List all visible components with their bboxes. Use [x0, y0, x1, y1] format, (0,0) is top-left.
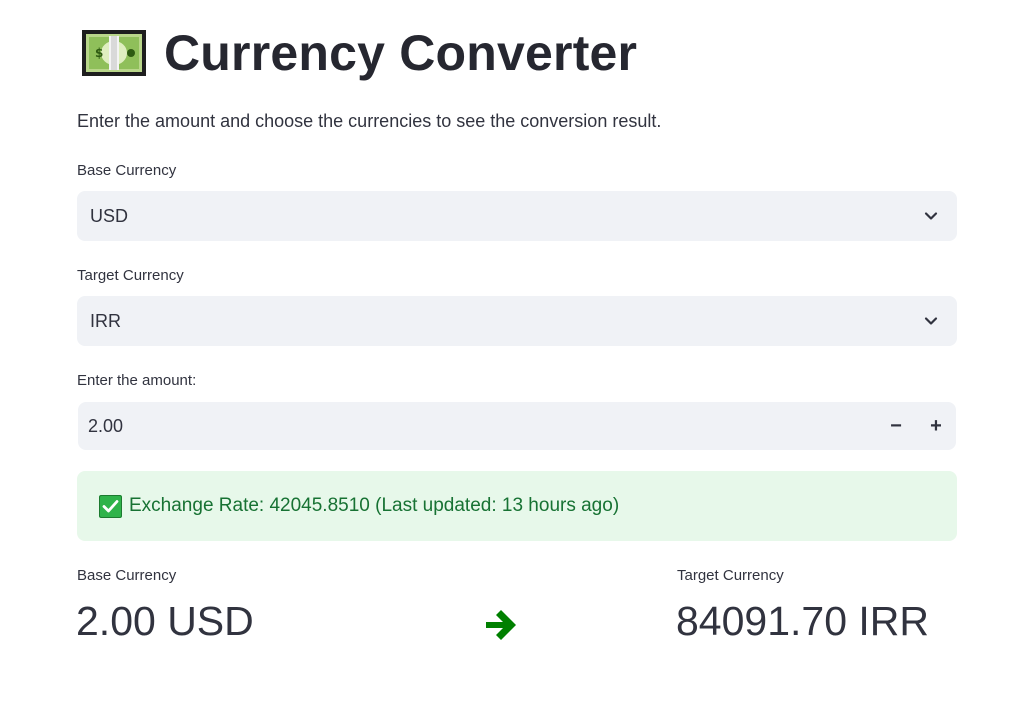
chevron-down-icon: [924, 212, 938, 220]
svg-text:$: $: [95, 46, 103, 60]
amount-input[interactable]: 2.00 − +: [78, 402, 956, 450]
target-currency-value: IRR: [90, 310, 121, 331]
decrement-button[interactable]: −: [880, 410, 912, 442]
target-metric-value: 84091.70 IRR: [676, 598, 930, 644]
amount-value[interactable]: 2.00: [88, 415, 123, 437]
intro-text: Enter the amount and choose the currenci…: [77, 111, 662, 131]
target-currency-label: Target Currency: [77, 267, 184, 284]
amount-label: Enter the amount:: [77, 372, 197, 389]
increment-button[interactable]: +: [920, 410, 952, 442]
base-currency-label: Base Currency: [77, 162, 177, 179]
dollar-banknote-icon: $: [82, 30, 146, 76]
exchange-rate-alert: Exchange Rate: 42045.8510 (Last updated:…: [77, 471, 957, 541]
chevron-down-icon: [924, 317, 938, 325]
base-currency-value: USD: [90, 205, 129, 226]
currency-converter-page: $ Currency Converter Enter the amount an…: [0, 0, 1013, 725]
page-title: Currency Converter: [164, 25, 638, 81]
base-currency-select[interactable]: USD: [77, 191, 957, 241]
target-currency-select[interactable]: IRR: [77, 296, 957, 346]
exchange-rate-text: Exchange Rate: 42045.8510 (Last updated:…: [129, 495, 620, 516]
target-metric-label: Target Currency: [677, 567, 784, 584]
right-arrow-icon: [486, 610, 516, 640]
page-header: $ Currency Converter: [82, 22, 637, 84]
base-metric-label: Base Currency: [77, 567, 177, 584]
check-mark-icon: [99, 494, 122, 518]
base-metric-value: 2.00 USD: [76, 598, 254, 644]
